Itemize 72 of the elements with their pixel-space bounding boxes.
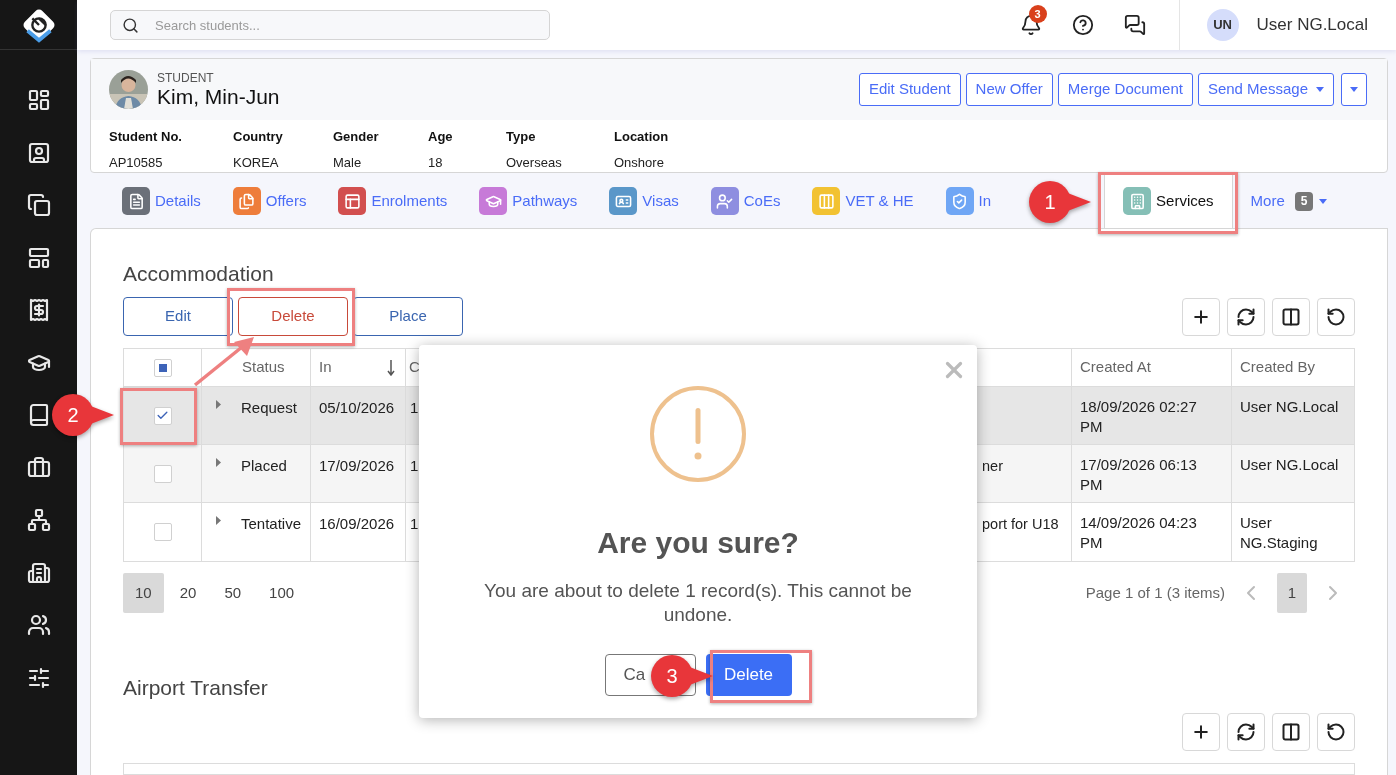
page-size-option[interactable]: 50 bbox=[212, 573, 254, 613]
action-button[interactable]: Edit bbox=[123, 297, 233, 336]
tab[interactable]: Offers bbox=[216, 174, 323, 228]
search-field[interactable]: Search students... bbox=[110, 10, 550, 40]
dropdown-button[interactable]: Send Message bbox=[1197, 73, 1334, 106]
section-title: Airport Transfer bbox=[123, 675, 268, 701]
table-cell-text: Tentative bbox=[241, 514, 302, 534]
tab[interactable]: Enrolments bbox=[322, 174, 464, 228]
tab[interactable]: Services bbox=[1104, 173, 1233, 229]
field-label: Location bbox=[614, 128, 670, 146]
table-cell-text: Request bbox=[241, 398, 297, 418]
table-cell: 14/09/2026 04:23 PM bbox=[1080, 514, 1197, 551]
field-value: Male bbox=[333, 153, 363, 172]
count-badge: 5 bbox=[1294, 191, 1314, 211]
field-label: Student No. bbox=[109, 128, 183, 146]
step-tooltip: 2 bbox=[52, 394, 114, 436]
table-cell: 18/09/2026 02:27 PM bbox=[1080, 398, 1197, 435]
tab[interactable]: Pathways bbox=[463, 174, 594, 228]
tab[interactable]: CoEs bbox=[694, 174, 797, 228]
table-cell-text: Placed bbox=[241, 456, 287, 476]
table-cell: 1 bbox=[410, 457, 419, 474]
table-cell: port for U18 bbox=[982, 516, 1059, 532]
table-cell: 16/09/2026 bbox=[319, 515, 395, 532]
table-cell: 17/09/2026 bbox=[319, 457, 395, 474]
tab[interactable]: More 5 bbox=[1240, 174, 1344, 228]
action-button[interactable]: Edit Student bbox=[858, 73, 961, 106]
record-type: STUDENT bbox=[157, 70, 215, 85]
student-name: Kim, Min-Jun bbox=[157, 84, 280, 109]
tab[interactable]: In bbox=[929, 174, 1008, 228]
field-value: KOREA bbox=[233, 153, 280, 172]
dialog-title: Are you sure? bbox=[597, 525, 799, 561]
notification-count: 3 bbox=[1028, 5, 1047, 23]
table-cell: 17/09/2026 06:13 PM bbox=[1080, 456, 1197, 493]
table-cell: User NG.Local bbox=[1240, 398, 1339, 415]
action-button[interactable]: Delete bbox=[238, 297, 348, 336]
field-value: Onshore bbox=[614, 153, 665, 172]
field-label: Country bbox=[233, 128, 284, 146]
delete-button[interactable]: Delete bbox=[705, 654, 792, 696]
table-cell: 1 bbox=[410, 399, 419, 416]
field-value: AP10585 bbox=[109, 153, 164, 172]
action-button[interactable]: Place bbox=[353, 297, 463, 336]
page-size-option[interactable]: 20 bbox=[167, 573, 209, 613]
dialog-message: You are about to delete 1 record(s). This cannot be undone. bbox=[483, 579, 913, 627]
tab[interactable]: VET & HE bbox=[796, 174, 930, 228]
page-size-option[interactable]: 100 bbox=[257, 573, 307, 613]
column-header[interactable]: In bbox=[319, 356, 332, 379]
table-cell: ner bbox=[982, 458, 1003, 474]
page-size-option[interactable]: 10 bbox=[123, 573, 164, 613]
action-button[interactable]: Merge Document bbox=[1057, 73, 1193, 106]
step-tooltip: 3 bbox=[651, 655, 713, 697]
action-button[interactable]: New Offer bbox=[965, 73, 1053, 106]
column-header[interactable]: Created At bbox=[1080, 356, 1151, 379]
field-value: 18 bbox=[428, 153, 444, 172]
table-cell: 1 bbox=[410, 515, 419, 532]
tab[interactable]: Visas bbox=[593, 174, 695, 228]
page-info: Page 1 of 1 (3 items) bbox=[1085, 582, 1225, 603]
step-tooltip: 1 bbox=[1029, 181, 1091, 223]
column-header[interactable]: Status bbox=[242, 356, 285, 379]
page-button[interactable]: 1 bbox=[1277, 573, 1307, 613]
field-label: Type bbox=[506, 128, 537, 146]
field-label: Age bbox=[428, 128, 454, 146]
table-cell: User NG.Staging bbox=[1240, 514, 1318, 551]
tab[interactable]: Details bbox=[106, 174, 217, 228]
column-header[interactable]: Created By bbox=[1240, 356, 1316, 379]
field-label: Gender bbox=[333, 128, 380, 146]
user-name[interactable]: User NG.Local bbox=[1256, 12, 1368, 38]
field-value: Overseas bbox=[506, 153, 563, 172]
column-header[interactable]: C bbox=[409, 356, 420, 379]
table-cell: 05/10/2026 bbox=[319, 399, 395, 416]
user-avatar[interactable]: UN bbox=[1206, 9, 1239, 41]
section-title: Accommodation bbox=[123, 261, 275, 287]
table-cell: User NG.Local bbox=[1240, 456, 1339, 473]
